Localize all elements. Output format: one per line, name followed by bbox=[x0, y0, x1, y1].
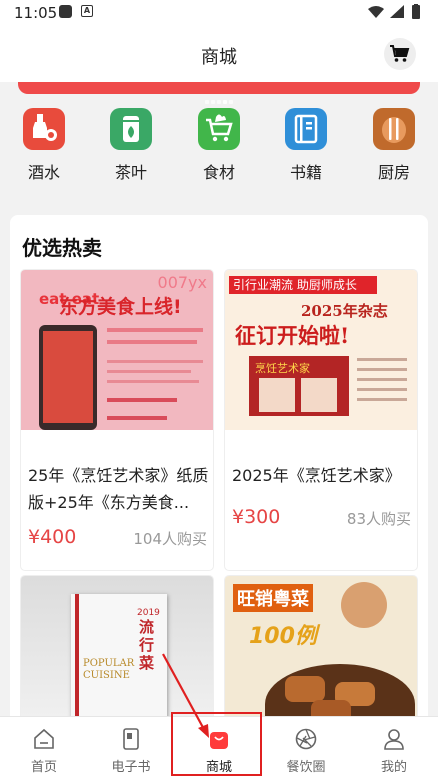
tab-home[interactable]: 首页 bbox=[4, 717, 84, 781]
ebook-icon bbox=[123, 728, 139, 750]
image-year: 2019 bbox=[137, 608, 160, 618]
product-price: ¥400 bbox=[28, 526, 77, 548]
category-tea[interactable]: 茶叶 bbox=[101, 108, 161, 183]
tab-label: 我的 bbox=[380, 760, 407, 775]
tab-dining-circle[interactable]: 餐饮圈 bbox=[266, 717, 346, 781]
tab-label: 餐饮圈 bbox=[286, 760, 326, 775]
category-ingredients[interactable]: 食材 bbox=[189, 108, 249, 183]
product-card[interactable]: 引行业潮流 助厨师成长 2025年杂志 征订开始啦! 烹饪艺术家 2025年《烹… bbox=[224, 269, 418, 571]
image-headline: 旺销粤菜 bbox=[233, 584, 313, 612]
image-top-text: 引行业潮流 助厨师成长 bbox=[229, 276, 377, 294]
battery-icon bbox=[412, 5, 420, 19]
notification-icon bbox=[59, 5, 72, 18]
status-indicators bbox=[366, 4, 426, 24]
book-cover: 2019 流行菜 POPULAR CUISINE bbox=[71, 594, 167, 724]
wifi-icon bbox=[368, 6, 384, 18]
magazine-stack: 烹饪艺术家 bbox=[249, 356, 349, 416]
category-label: 酒水 bbox=[27, 163, 60, 182]
section-title: 优选热卖 bbox=[22, 236, 102, 260]
image-subtitle: 100例 bbox=[249, 624, 317, 649]
app-notification-icon: A bbox=[81, 5, 93, 17]
category-label: 厨房 bbox=[377, 163, 410, 182]
tab-ebook[interactable]: 电子书 bbox=[91, 717, 171, 781]
home-icon bbox=[34, 728, 54, 749]
tab-profile[interactable]: 我的 bbox=[354, 717, 434, 781]
book-icon bbox=[285, 108, 327, 150]
category-wine[interactable]: 酒水 bbox=[14, 108, 74, 183]
cart-icon bbox=[390, 45, 410, 62]
lotus-root-slice bbox=[341, 582, 387, 628]
product-sold-count: 83人购买 bbox=[346, 510, 411, 528]
highlight-box bbox=[171, 712, 262, 776]
product-card[interactable]: eat eat 007yx 东方美食上线! 25年《烹饪艺术家》纸质版+25年《… bbox=[20, 269, 214, 571]
category-label: 茶叶 bbox=[114, 163, 147, 182]
phone-mockup bbox=[39, 325, 97, 430]
image-subtitle: POPULAR CUISINE bbox=[83, 658, 135, 681]
grocery-cart-icon bbox=[198, 108, 240, 150]
category-kitchen[interactable]: 厨房 bbox=[364, 108, 424, 183]
banner-pagination bbox=[0, 89, 438, 108]
status-bar: 11:05 A bbox=[0, 0, 438, 26]
product-price: ¥300 bbox=[232, 506, 281, 528]
camera-aperture-icon bbox=[295, 728, 317, 750]
image-tag: 007yx bbox=[157, 273, 207, 292]
page-title: 商城 bbox=[201, 47, 237, 68]
tab-label: 首页 bbox=[30, 760, 57, 775]
tab-label: 电子书 bbox=[111, 760, 151, 775]
product-sold-count: 104人购买 bbox=[133, 530, 207, 548]
hot-picks-section: 优选热卖 eat eat 007yx 东方美食上线! 25年《烹饪艺术家》纸质版… bbox=[10, 215, 428, 747]
status-time: 11:05 bbox=[14, 4, 58, 22]
image-magazine: 烹饪艺术家 bbox=[255, 362, 310, 375]
category-books[interactable]: 书籍 bbox=[276, 108, 336, 183]
image-year: 2025年杂志 bbox=[301, 302, 388, 320]
product-name: 2025年《烹饪艺术家》 bbox=[232, 466, 401, 485]
product-name: 25年《烹饪艺术家》纸质版+25年《东方美食... bbox=[28, 466, 209, 512]
kitchen-utensils-icon bbox=[373, 108, 415, 150]
image-headline: 征订开始啦! bbox=[235, 323, 350, 348]
image-headline: 东方美食上线! bbox=[59, 296, 182, 318]
category-row: 酒水 茶叶 食材 书籍 厨房 bbox=[0, 108, 438, 198]
product-image: eat eat 007yx 东方美食上线! bbox=[21, 270, 213, 430]
cart-button[interactable] bbox=[384, 38, 416, 70]
category-label: 食材 bbox=[202, 163, 235, 182]
signal-icon bbox=[390, 5, 404, 18]
tea-icon bbox=[110, 108, 152, 150]
wine-icon bbox=[23, 108, 65, 150]
app-header: 商城 bbox=[0, 26, 438, 82]
category-label: 书籍 bbox=[289, 163, 322, 182]
user-icon bbox=[384, 729, 404, 750]
product-image: 引行业潮流 助厨师成长 2025年杂志 征订开始啦! 烹饪艺术家 bbox=[225, 270, 417, 430]
